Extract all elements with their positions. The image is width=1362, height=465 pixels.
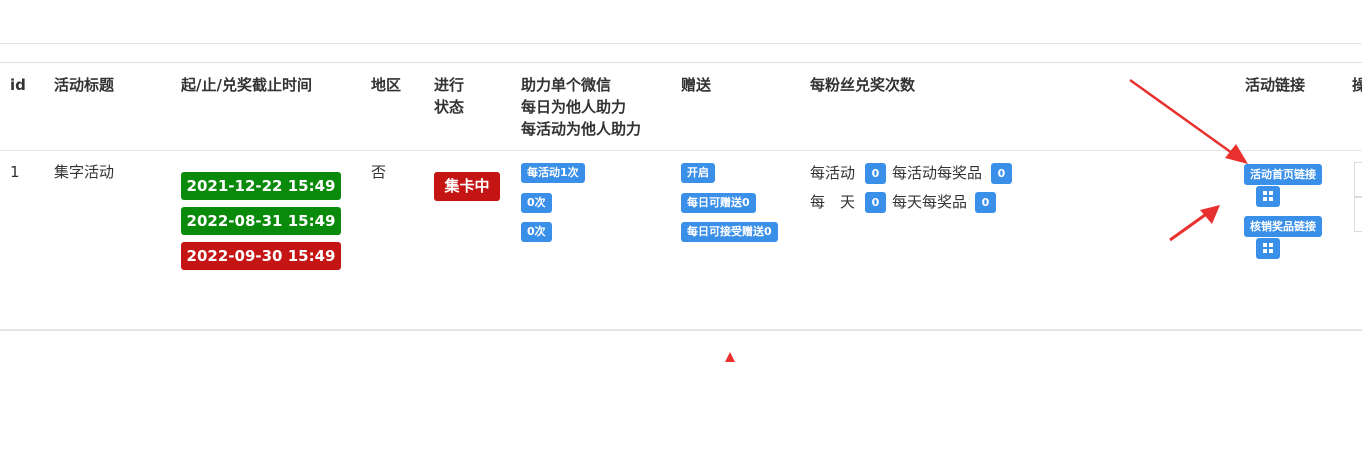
arrow-to-verify-link-icon <box>1169 205 1220 242</box>
caret-up-icon <box>725 352 735 362</box>
annotation-arrows <box>725 78 1248 362</box>
arrow-to-home-link-icon <box>1129 78 1248 164</box>
